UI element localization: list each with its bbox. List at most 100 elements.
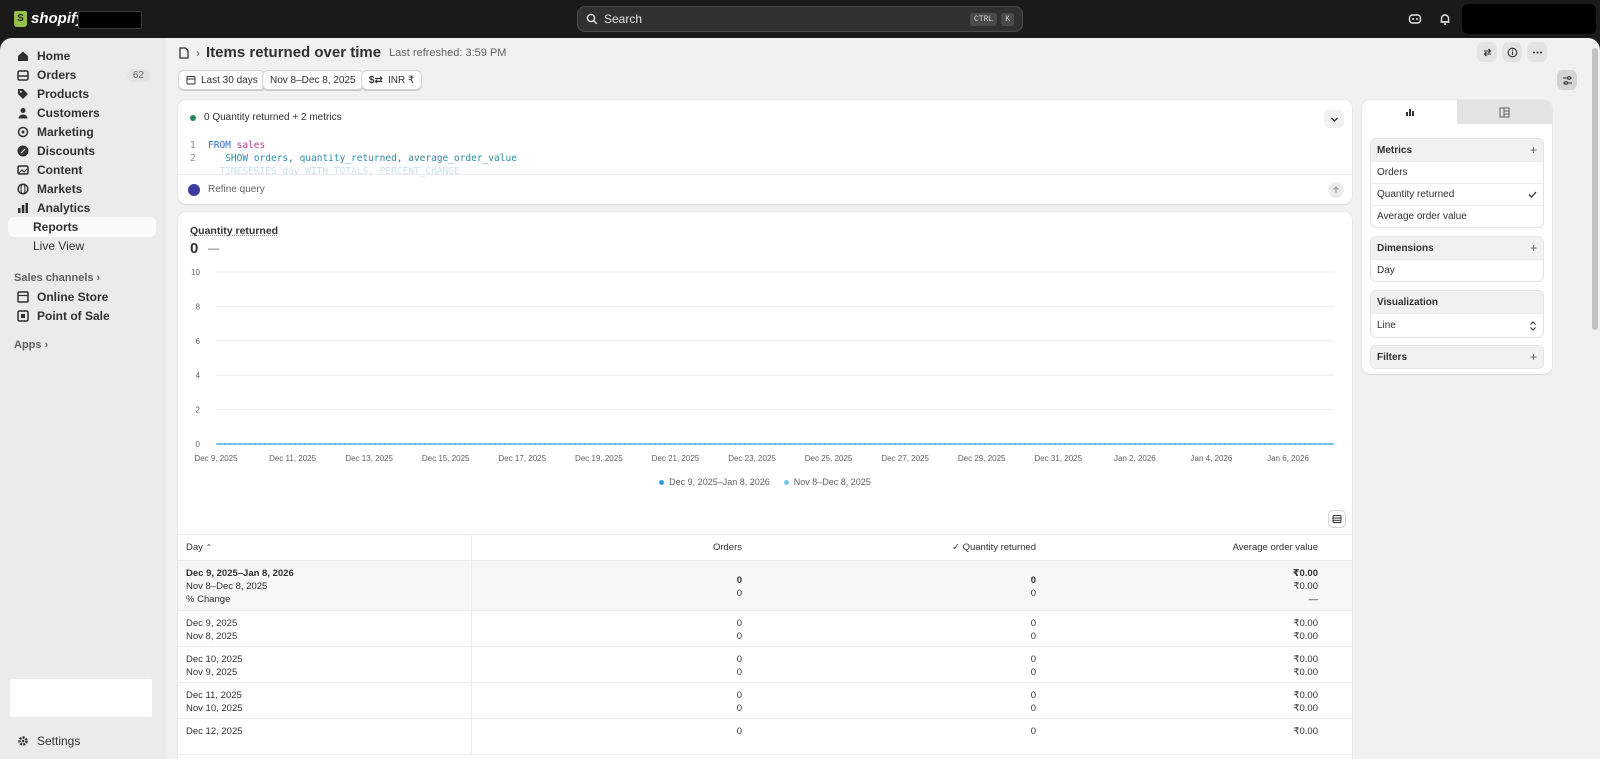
compare-range-button[interactable]: Nov 8–Dec 8, 2025: [262, 70, 364, 90]
refine-query-placeholder: Refine query: [208, 184, 265, 195]
status-dot: [190, 114, 196, 121]
row-day: Dec 11, 2025: [186, 690, 242, 701]
image-icon: [16, 163, 30, 177]
nav-reports[interactable]: Reports: [8, 217, 156, 237]
report-icon[interactable]: [178, 46, 190, 59]
nav-analytics[interactable]: Analytics: [8, 198, 156, 218]
tab-visualization[interactable]: [1362, 100, 1457, 124]
orders-count-badge: 62: [126, 68, 150, 82]
nav-content[interactable]: Content: [8, 160, 156, 180]
add-metric-icon[interactable]: +: [1530, 143, 1537, 157]
settings-sliders-icon[interactable]: [1557, 70, 1577, 90]
metric-option[interactable]: Orders: [1371, 161, 1543, 183]
x-tick-label: Dec 31, 2025: [1034, 454, 1082, 463]
sales-channels-heading[interactable]: Sales channels ›: [14, 272, 100, 284]
visualization-select[interactable]: Line: [1371, 313, 1543, 337]
bar-chart-icon: [1405, 107, 1415, 117]
dimension-option[interactable]: Day: [1371, 259, 1543, 281]
sort-icon: ⌃: [205, 542, 213, 552]
page-header: › Items returned over time Last refreshe…: [178, 44, 506, 61]
filters-header[interactable]: Filters +: [1371, 346, 1543, 368]
row-aov: ₹0.00: [1293, 690, 1318, 701]
search-bar[interactable]: Search CTRL K: [577, 6, 1023, 32]
nav-markets[interactable]: Markets: [8, 179, 156, 199]
tab-layout[interactable]: [1457, 100, 1552, 124]
chevron-down-icon[interactable]: [1324, 110, 1344, 128]
x-tick-label: Jan 6, 2026: [1267, 454, 1309, 463]
metric-option[interactable]: Average order value: [1371, 205, 1543, 227]
legend-item-comparison[interactable]: Nov 8–Dec 8, 2025: [783, 477, 871, 487]
col-qty-header[interactable]: ✓ Quantity returned: [746, 535, 1040, 561]
account-menu-redacted[interactable]: [1462, 4, 1596, 34]
row-aov-compare: ₹0.00: [1293, 703, 1318, 714]
nav-customers-label: Customers: [37, 106, 100, 120]
metrics-section: Metrics + Orders Quantity returned Averag…: [1370, 138, 1544, 228]
calendar-icon: [186, 75, 196, 85]
page-title: Items returned over time: [206, 44, 382, 61]
chart-legend: Dec 9, 2025–Jan 8, 2026 Nov 8–Dec 8, 202…: [178, 477, 1352, 487]
store-name-redacted[interactable]: [78, 11, 142, 29]
refresh-icon[interactable]: [1477, 42, 1497, 62]
nav-discounts[interactable]: Discounts: [8, 141, 156, 161]
currency-label: INR ₹: [387, 74, 415, 86]
legend-item-current[interactable]: Dec 9, 2025–Jan 8, 2026: [659, 477, 770, 487]
shopify-logo[interactable]: S shopify: [14, 10, 84, 27]
bell-icon[interactable]: [1437, 11, 1453, 27]
row-qty-compare: 0: [1030, 703, 1036, 714]
nav-online-store-label: Online Store: [37, 290, 109, 304]
add-filter-icon[interactable]: +: [1530, 350, 1537, 364]
target-icon: [16, 125, 30, 139]
nav-live-view-label: Live View: [33, 239, 85, 253]
legend-swatch-current: [659, 479, 665, 485]
x-tick-label: Dec 21, 2025: [652, 454, 700, 463]
more-actions-icon[interactable]: [1527, 42, 1547, 62]
col-day-header[interactable]: Day ⌃: [178, 534, 472, 561]
row-qty: 0: [1030, 618, 1036, 629]
nav-orders-label: Orders: [37, 68, 77, 82]
last-refreshed: Last refreshed: 3:59 PM: [389, 46, 507, 59]
nav-discounts-label: Discounts: [37, 144, 96, 158]
sidekick-icon[interactable]: [1407, 11, 1423, 27]
col-orders-header[interactable]: Orders: [472, 535, 746, 561]
dimensions-header: Dimensions +: [1371, 237, 1543, 259]
total-compare-range: Nov 8–Dec 8, 2025: [186, 581, 268, 592]
vertical-scrollbar[interactable]: [1592, 48, 1598, 330]
row-orders: 0: [736, 690, 742, 701]
nav-settings[interactable]: Settings: [8, 731, 156, 751]
row-day-compare: Nov 9, 2025: [186, 667, 238, 678]
x-tick-label: Dec 27, 2025: [881, 454, 929, 463]
search-placeholder: Search: [604, 12, 643, 26]
add-dimension-icon[interactable]: +: [1530, 241, 1537, 255]
total-qty: 0: [1030, 575, 1036, 586]
nav-point-of-sale[interactable]: Point of Sale: [8, 306, 156, 326]
nav-online-store[interactable]: Online Store: [8, 287, 156, 307]
total-percent-change: % Change: [186, 594, 231, 605]
refine-query-bar[interactable]: Refine query: [178, 174, 1352, 204]
row-qty: 0: [1030, 726, 1036, 737]
nav-orders[interactable]: Orders 62: [8, 65, 156, 85]
config-panel: Metrics + Orders Quantity returned Averag…: [1362, 100, 1552, 374]
nav-products[interactable]: Products: [8, 84, 156, 104]
x-tick-label: Dec 13, 2025: [345, 454, 393, 463]
metric-option[interactable]: Quantity returned: [1371, 183, 1543, 205]
currency-button[interactable]: $⇄ INR ₹: [361, 70, 423, 90]
date-range-button[interactable]: Last 30 days: [178, 70, 266, 90]
nav-analytics-label: Analytics: [37, 201, 91, 215]
nav-home[interactable]: Home: [8, 46, 156, 66]
table-view-icon[interactable]: [1328, 510, 1346, 528]
send-arrow-icon[interactable]: [1328, 182, 1344, 198]
nav-marketing[interactable]: Marketing: [8, 122, 156, 142]
nav-customers[interactable]: Customers: [8, 103, 156, 123]
info-icon[interactable]: [1502, 42, 1522, 62]
apps-heading[interactable]: Apps ›: [14, 339, 48, 351]
row-orders: 0: [736, 618, 742, 629]
table-row: Dec 10, 2025 Nov 9, 2025 0 0 0 0 ₹0.00 ₹0.00: [178, 647, 1352, 683]
nav-live-view[interactable]: Live View: [8, 236, 156, 256]
x-tick-label: Jan 2, 2026: [1114, 454, 1156, 463]
row-qty-compare: 0: [1030, 631, 1036, 642]
col-aov-header[interactable]: Average order value: [1040, 535, 1334, 561]
query-code[interactable]: 1 FROM sales 2 SHOW orders, quantity_retu…: [190, 139, 517, 178]
shortcut-k: K: [1001, 12, 1014, 26]
x-tick-label: Dec 25, 2025: [805, 454, 853, 463]
metric-label[interactable]: Quantity returned: [190, 225, 278, 237]
